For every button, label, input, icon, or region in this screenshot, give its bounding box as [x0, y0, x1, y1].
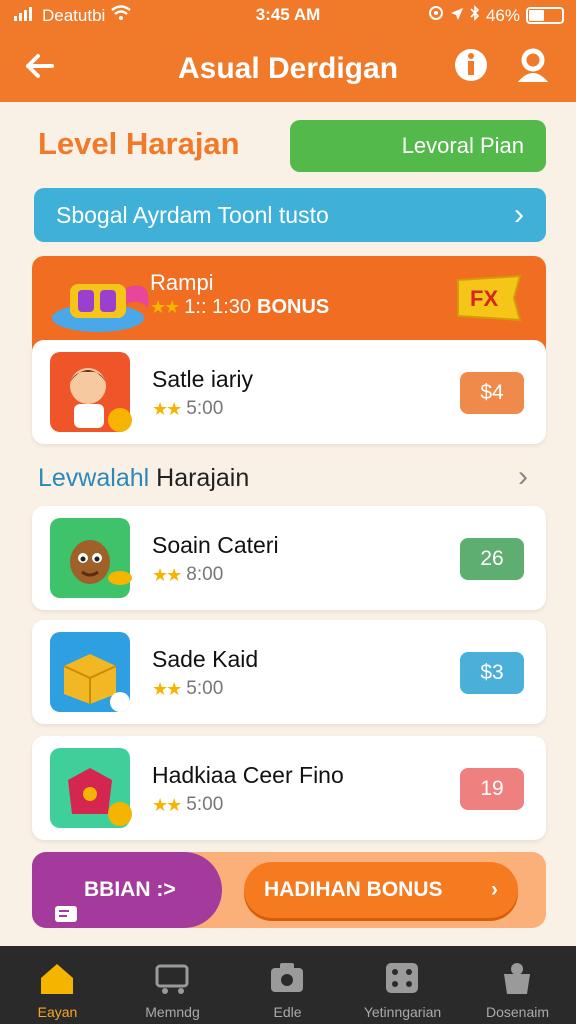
info-icon [455, 49, 487, 81]
status-right: 46% [428, 5, 564, 26]
flag-badge-icon: FX [457, 274, 522, 322]
tab-label: Yetinngarian [363, 1004, 442, 1020]
bag-icon [504, 963, 530, 994]
list-item[interactable]: Sade Kaid ★★ 5:00 $3 [32, 620, 546, 724]
tab-label: Edle [273, 1004, 302, 1020]
tab-label: Memndg [145, 1004, 200, 1020]
bbian-button[interactable]: BBIAN :> [32, 852, 222, 928]
home-icon [41, 964, 73, 994]
list-item[interactable]: Hadkiaa Ceer Fino ★★ 5:00 19 [32, 736, 546, 840]
bluetooth-icon [470, 5, 480, 26]
tab-yetinngarian[interactable]: Yetinngarian [345, 946, 460, 1024]
section-title: Levwalahl Harajain [38, 464, 249, 493]
rating-value: 5:00 [186, 678, 224, 699]
rating-value: 5:00 [186, 794, 224, 815]
profile-button[interactable] [514, 46, 552, 84]
banner-text: Sbogal Ayrdam Toonl tusto [56, 202, 329, 228]
info-button[interactable] [452, 46, 490, 84]
boy-avatar-icon [50, 352, 132, 432]
cart-icon [155, 964, 189, 994]
tab-bar: Eayan Memndg Edle Yetinngarian Dosenaim [0, 946, 576, 1024]
star-rating-icon: ★★ [152, 398, 182, 419]
item-name: Soain Cateri [152, 532, 279, 558]
price-button[interactable]: 19 [460, 768, 524, 810]
promo-count: 1:: 1:30 [184, 296, 251, 318]
promo-meta: ★★ 1:: 1:30 BONUS [150, 296, 329, 319]
ticket-icon [54, 880, 78, 923]
tab-dosenaim[interactable]: Dosenaim [460, 946, 575, 1024]
item-rating: ★★ 5:00 [152, 678, 223, 700]
price-button[interactable]: $3 [460, 652, 524, 694]
rating-value: 5:00 [186, 398, 224, 419]
item-name: Sade Kaid [152, 646, 259, 672]
chevron-right-icon: › [491, 878, 498, 901]
rating-value: 8:00 [186, 564, 224, 585]
level-title: Level Harajan [38, 126, 240, 161]
location-icon [450, 6, 464, 26]
grid-icon [386, 963, 418, 993]
app-header: Asual Derdigan [0, 30, 576, 102]
tab-label: Dosenaim [485, 1004, 550, 1020]
alarm-icon [428, 5, 444, 26]
camera-icon [271, 963, 303, 992]
chevron-right-icon: › [518, 460, 528, 493]
bbian-label: BBIAN :> [84, 878, 176, 901]
level-plan-button[interactable]: Levoral Pian [290, 120, 546, 172]
star-rating-icon: ★★ [152, 678, 182, 699]
info-banner[interactable]: Sbogal Ayrdam Toonl tusto › [34, 188, 546, 242]
section-title-rest: Harajain [149, 464, 250, 492]
item-name: Satle iariy [152, 366, 253, 392]
bonus-label: HADIHAN BONUS [264, 878, 443, 901]
chestnut-character-icon [50, 518, 132, 598]
section-title-accent: Levwalahl [38, 464, 150, 492]
tab-memndg[interactable]: Memndg [115, 946, 230, 1024]
list-item[interactable]: Soain Cateri ★★ 8:00 26 [32, 506, 546, 610]
item-name: Hadkiaa Ceer Fino [152, 762, 344, 788]
battery-icon [526, 7, 564, 24]
star-rating-icon: ★★ [152, 564, 182, 585]
gift-box-icon [50, 748, 132, 828]
tab-edle[interactable]: Edle [230, 946, 345, 1024]
price-button[interactable]: $4 [460, 372, 524, 414]
status-bar: Deatutbi 3:45 AM 46% [0, 0, 576, 30]
battery-level [529, 10, 544, 21]
item-rating: ★★ 5:00 [152, 398, 223, 420]
promo-name: Rampi [150, 270, 214, 295]
chevron-right-icon: › [514, 198, 524, 231]
bonus-button[interactable]: HADIHAN BONUS › [244, 862, 518, 918]
price-button[interactable]: 26 [460, 538, 524, 580]
tag-text: FX [470, 286, 498, 311]
tab-label: Eayan [37, 1004, 78, 1020]
action-bar: BBIAN :> HADIHAN BONUS › [32, 852, 546, 928]
promo-bonus-label: BONUS [257, 296, 330, 318]
gold-blocks-icon [50, 632, 130, 712]
user-icon [518, 48, 548, 82]
star-rating-icon: ★★ [152, 794, 182, 815]
battery-percent: 46% [485, 5, 520, 25]
featured-item-card[interactable]: Satle iariy ★★ 5:00 $4 [32, 340, 546, 444]
item-rating: ★★ 5:00 [152, 794, 223, 816]
star-rating-icon: ★★ [150, 297, 180, 317]
item-rating: ★★ 8:00 [152, 564, 223, 586]
tab-home[interactable]: Eayan [0, 946, 115, 1024]
section-more-button[interactable]: › [518, 460, 528, 494]
